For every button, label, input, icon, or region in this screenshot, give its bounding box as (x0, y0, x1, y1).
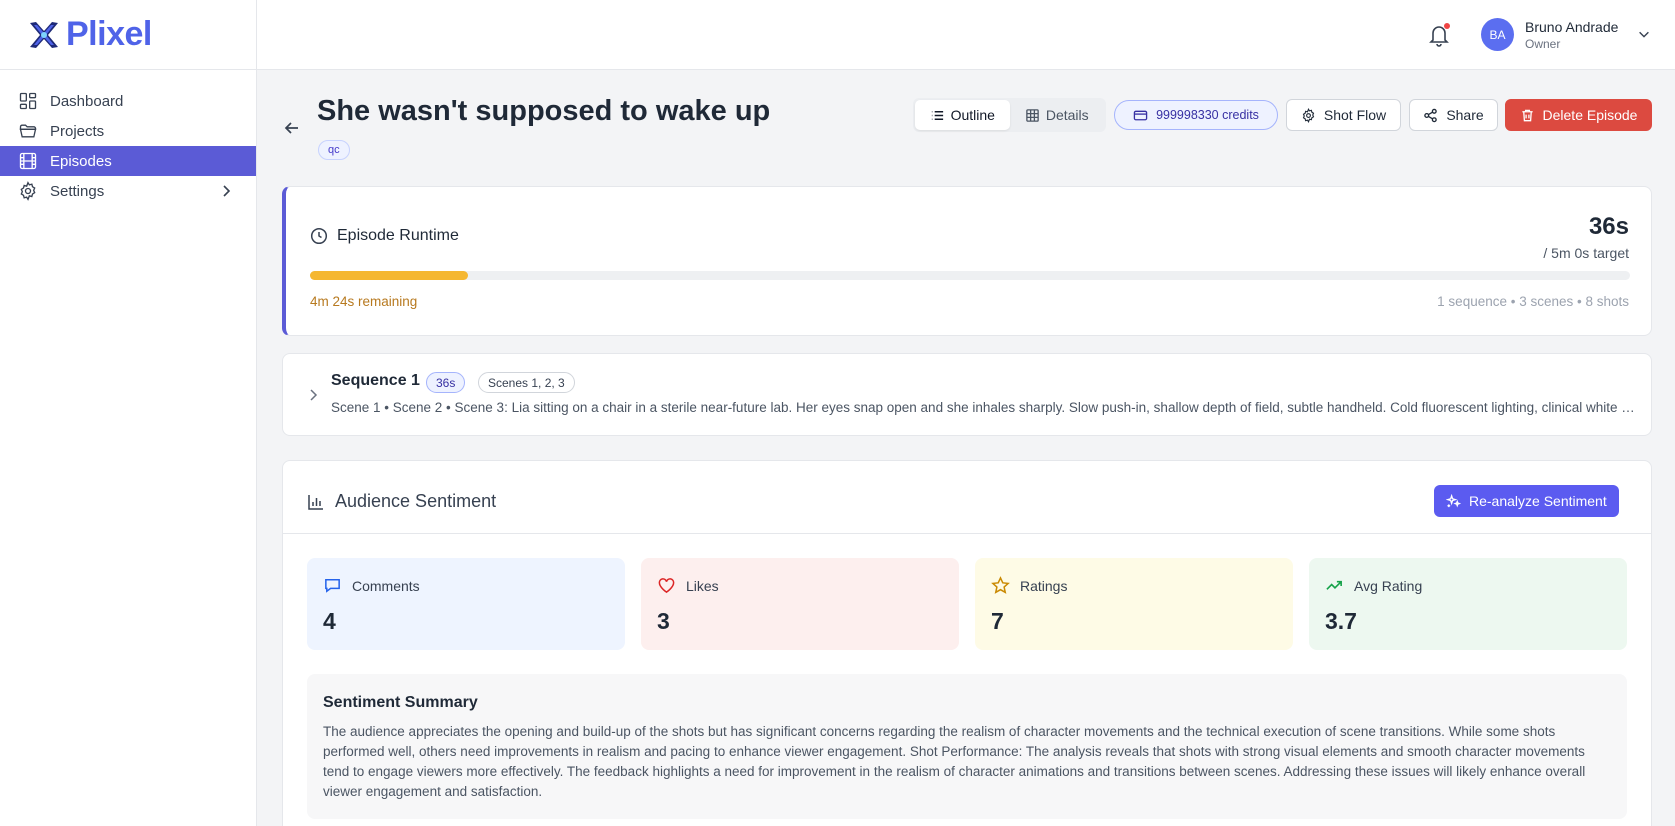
stat-avg-rating: Avg Rating 3.7 (1309, 558, 1627, 650)
runtime-progress-bar (310, 271, 1630, 280)
credit-card-icon (1133, 110, 1148, 120)
chevron-down-icon[interactable] (1637, 27, 1651, 41)
tab-label: Outline (950, 107, 995, 123)
status-badge: qc (318, 140, 350, 160)
runtime-heading-label: Episode Runtime (337, 227, 459, 244)
sidebar: Plixel Dashboard Projects Episodes Setti… (0, 0, 257, 826)
runtime-value: 36s (1588, 213, 1629, 240)
sequence-scenes-badge: Scenes 1, 2, 3 (478, 372, 575, 393)
sentiment-summary: Sentiment Summary The audience appreciat… (307, 674, 1627, 819)
sidebar-item-settings[interactable]: Settings (0, 176, 256, 206)
stat-value: 7 (991, 608, 1004, 634)
tab-outline[interactable]: Outline (915, 100, 1010, 130)
sequence-title: Sequence 1 (331, 372, 420, 389)
logo[interactable]: Plixel (0, 0, 256, 70)
notification-dot (1444, 23, 1450, 29)
bar-chart-icon (308, 494, 323, 510)
stat-label: Ratings (991, 576, 1067, 595)
stat-label: Comments (323, 576, 420, 595)
sidebar-item-label: Dashboard (50, 92, 124, 110)
divider (283, 533, 1651, 534)
chevron-right-icon (223, 185, 231, 197)
reanalyze-label: Re-analyze Sentiment (1469, 493, 1607, 509)
stat-label: Likes (657, 576, 719, 595)
clock-icon (310, 227, 328, 245)
trending-up-icon (1326, 580, 1342, 590)
sentiment-heading: Audience Sentiment (307, 491, 496, 512)
stat-value: 4 (323, 608, 336, 634)
runtime-card: Episode Runtime 36s / 5m 0s target 4m 24… (282, 186, 1652, 336)
sparkles-icon (1446, 493, 1461, 507)
summary-text: The audience appreciates the opening and… (323, 724, 1586, 799)
heart-icon (658, 578, 675, 594)
tab-details[interactable]: Details (1010, 100, 1105, 130)
sidebar-nav: Dashboard Projects Episodes Settings (0, 70, 256, 206)
sidebar-item-projects[interactable]: Projects (0, 116, 256, 146)
comment-icon (325, 579, 340, 593)
runtime-remaining: 4m 24s remaining (310, 294, 418, 309)
user-name[interactable]: Bruno Andrade (1525, 19, 1618, 35)
gear-icon (20, 181, 36, 201)
credits-label: 999998330 credits (1156, 108, 1259, 122)
stat-comments: Comments 4 (307, 558, 625, 650)
share-icon (1424, 108, 1438, 122)
table-icon (1026, 108, 1039, 122)
sequence-description: Scene 1 • Scene 2 • Scene 3: Lia sitting… (331, 400, 1641, 415)
list-icon (931, 110, 943, 120)
logo-text: Plixel (66, 15, 152, 53)
grid-icon (19, 92, 37, 110)
gear-icon (1302, 107, 1315, 123)
runtime-progress-fill (310, 271, 469, 280)
stat-label-text: Likes (686, 577, 719, 594)
sidebar-item-episodes[interactable]: Episodes (0, 146, 256, 176)
summary-title: Sentiment Summary (323, 694, 478, 711)
sidebar-item-label: Projects (50, 122, 105, 140)
runtime-target: / 5m 0s target (1543, 245, 1629, 261)
sidebar-item-dashboard[interactable]: Dashboard (0, 86, 256, 116)
chevron-right-icon[interactable] (305, 387, 321, 403)
top-bar: BA Bruno Andrade Owner (257, 0, 1675, 70)
back-arrow-icon[interactable] (282, 118, 302, 138)
stat-label-text: Ratings (1020, 577, 1068, 594)
shot-flow-button[interactable]: Shot Flow (1286, 99, 1401, 131)
star-icon (991, 576, 1010, 594)
avatar[interactable]: BA (1481, 18, 1514, 51)
runtime-counts: 1 sequence • 3 scenes • 8 shots (1437, 294, 1629, 309)
trash-icon (1521, 109, 1533, 121)
sequence-duration-badge: 36s (426, 372, 466, 393)
sentiment-heading-label: Audience Sentiment (335, 491, 497, 511)
delete-episode-button[interactable]: Delete Episode (1505, 99, 1652, 131)
sidebar-item-label: Settings (50, 182, 105, 200)
film-icon (19, 152, 37, 170)
stat-likes: Likes 3 (641, 558, 959, 650)
notifications-button[interactable] (1427, 22, 1451, 48)
credits-badge[interactable]: 999998330 credits (1114, 100, 1278, 130)
stat-label-text: Avg Rating (1354, 577, 1423, 594)
stat-label: Avg Rating (1325, 576, 1422, 595)
share-button[interactable]: Share (1409, 99, 1498, 131)
reanalyze-sentiment-button[interactable]: Re-analyze Sentiment (1434, 485, 1619, 517)
folder-icon (19, 124, 37, 138)
stat-ratings: Ratings 7 (975, 558, 1293, 650)
runtime-heading: Episode Runtime (310, 227, 459, 245)
stat-value: 3 (657, 608, 670, 634)
stat-value: 3.7 (1325, 608, 1357, 634)
sequence-card[interactable]: Sequence 1 36s Scenes 1, 2, 3 Scene 1 • … (282, 353, 1652, 436)
plixel-logo-icon (30, 21, 58, 48)
sidebar-item-label: Episodes (50, 152, 112, 170)
share-label: Share (1446, 107, 1484, 123)
stat-label-text: Comments (352, 577, 420, 594)
shot-flow-label: Shot Flow (1323, 107, 1387, 123)
user-role: Owner (1525, 37, 1561, 51)
view-toggle: Outline Details (913, 98, 1106, 132)
tab-label: Details (1045, 107, 1089, 123)
sentiment-card: Audience Sentiment Re-analyze Sentiment … (282, 460, 1652, 826)
page-title: She wasn't supposed to wake up (317, 95, 771, 127)
delete-label: Delete Episode (1542, 107, 1638, 123)
